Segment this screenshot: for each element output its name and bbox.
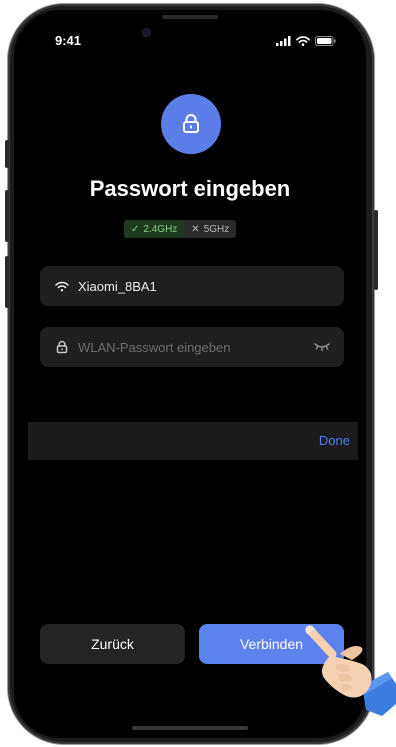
cross-icon: ✕ (191, 223, 200, 235)
eye-closed-icon[interactable] (312, 340, 332, 354)
page-title: Passwort eingeben (89, 176, 291, 201)
check-icon: ✓ (131, 223, 140, 235)
band-indicator: ✓ 2.4GHz ✕ 5GHz (124, 220, 237, 238)
band-24ghz-badge: ✓ 2.4GHz (124, 220, 185, 238)
volume-down-button (5, 256, 9, 308)
network-ssid: Xiaomi_8BA1 (78, 278, 157, 294)
home-indicator (132, 726, 248, 730)
back-button[interactable]: Zurück (40, 624, 185, 664)
band-5ghz-badge: ✕ 5GHz (184, 220, 237, 238)
battery-icon (315, 36, 336, 46)
password-field[interactable] (40, 327, 344, 367)
wifi-icon (54, 278, 70, 294)
password-lock-icon (54, 339, 70, 355)
power-button (374, 210, 378, 290)
volume-up-button (5, 190, 9, 242)
lock-icon (183, 114, 199, 133)
done-button[interactable]: Done (319, 433, 350, 448)
keyboard-toolbar: Done (28, 422, 358, 460)
status-bar: 9:41 (14, 10, 366, 60)
status-icons (276, 36, 336, 46)
signal-icon (276, 36, 291, 46)
wifi-status-icon (296, 36, 310, 46)
tap-hand-icon (305, 625, 396, 716)
network-field[interactable]: Xiaomi_8BA1 (40, 266, 344, 306)
mute-switch (5, 140, 9, 168)
password-input[interactable] (78, 339, 312, 355)
lock-badge (161, 94, 221, 154)
status-time: 9:41 (55, 33, 82, 48)
